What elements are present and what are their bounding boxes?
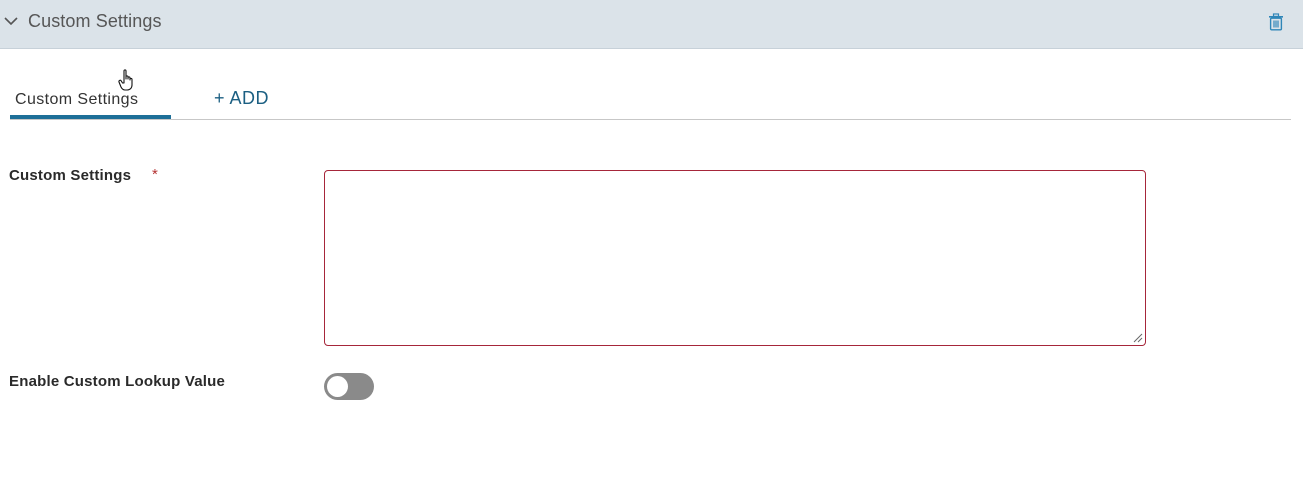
toggle-knob	[327, 376, 348, 397]
required-marker: *	[152, 166, 158, 183]
custom-settings-label: Custom Settings	[9, 167, 132, 184]
chevron-down-icon[interactable]	[3, 13, 19, 29]
tab-label: Custom Settings	[15, 91, 139, 108]
custom-settings-textarea[interactable]	[324, 170, 1146, 346]
enable-lookup-label: Enable Custom Lookup Value	[9, 373, 226, 390]
add-tab-button[interactable]: + ADD	[214, 88, 269, 109]
panel-title: Custom Settings	[28, 11, 162, 31]
tab-bar: Custom Settings + ADD	[10, 80, 1291, 120]
panel-header[interactable]: Custom Settings	[0, 0, 1303, 49]
tab-custom-settings[interactable]: Custom Settings	[10, 80, 171, 119]
trash-icon[interactable]	[1267, 13, 1285, 31]
custom-settings-panel: Custom Settings Custom Settings + ADD Cu…	[0, 0, 1303, 483]
enable-lookup-toggle[interactable]	[324, 373, 374, 400]
